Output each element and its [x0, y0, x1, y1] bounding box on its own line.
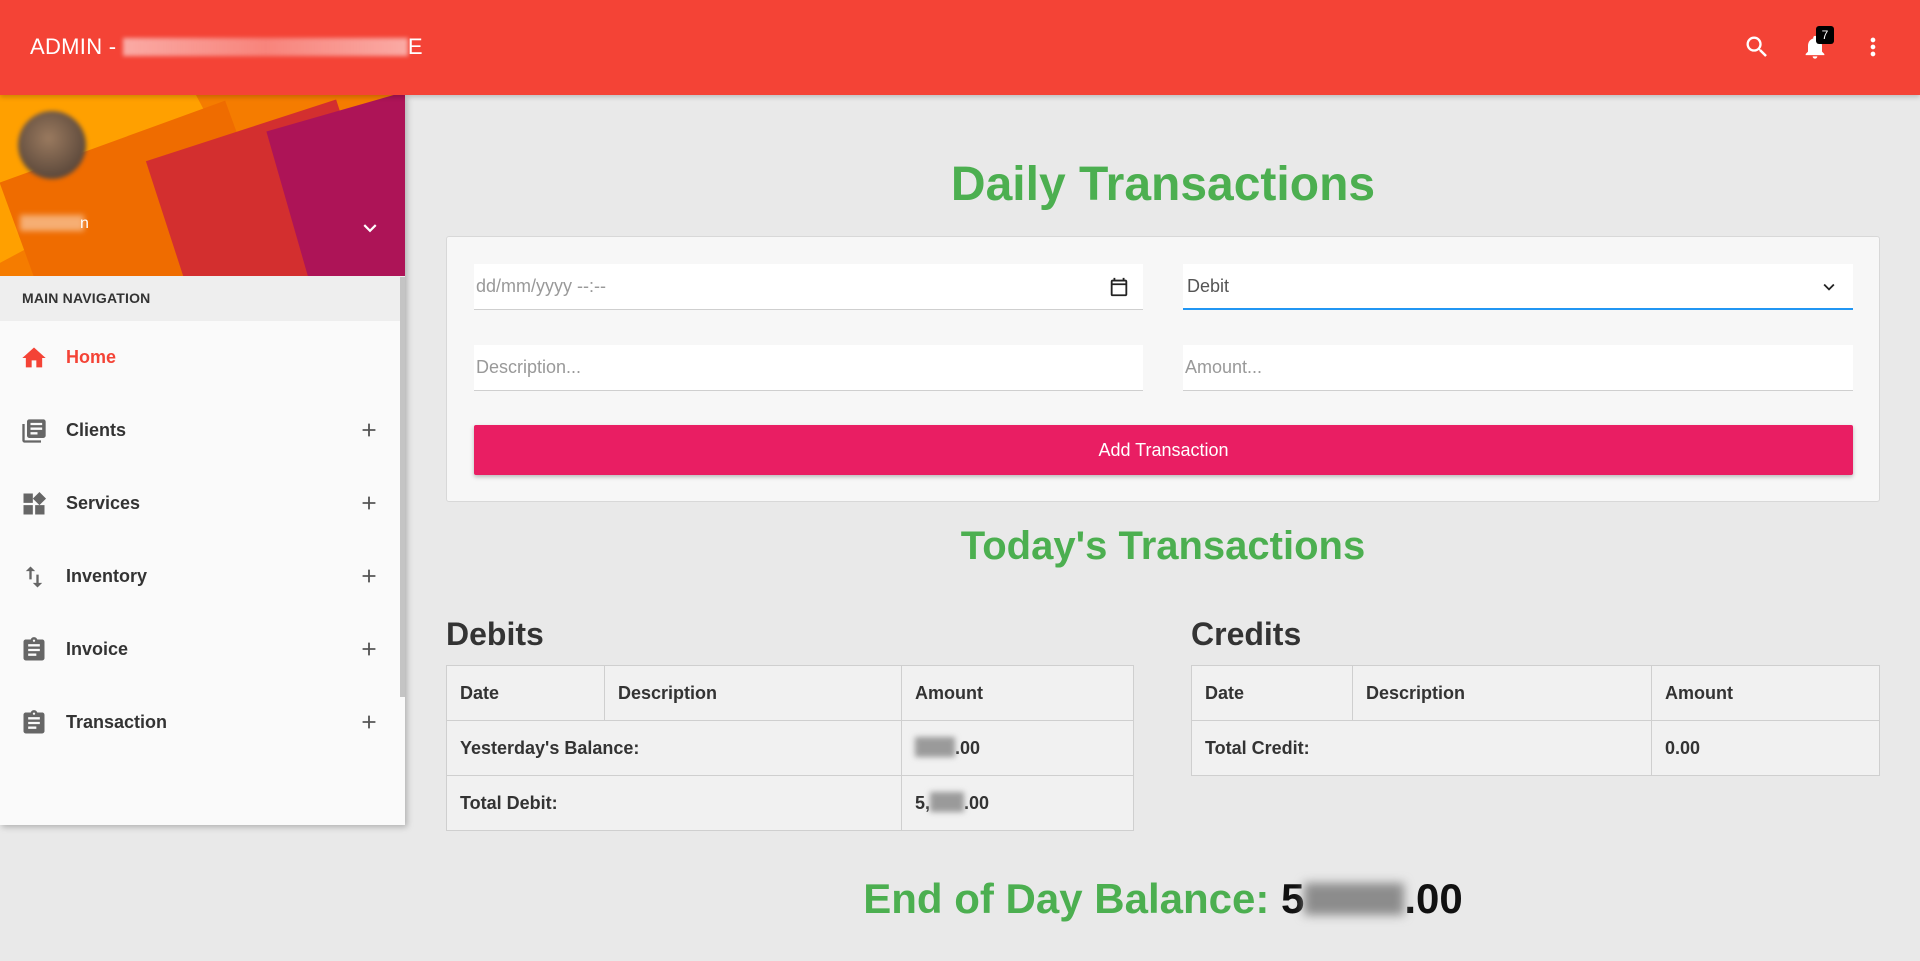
add-transaction-button[interactable]: Add Transaction: [474, 425, 1853, 475]
table-header-row: Date Description Amount: [446, 665, 1134, 721]
sidebar-item-label: Inventory: [66, 566, 148, 586]
column-header: Amount: [901, 665, 1134, 721]
expand-plus-icon[interactable]: [355, 489, 383, 517]
table-row: Yesterday's Balance: .00: [446, 720, 1134, 776]
widgets-icon: [20, 490, 48, 518]
sidebar-item-label: Transaction: [66, 712, 168, 732]
debits-heading: Debits: [446, 616, 544, 652]
app-title-suffix: E: [407, 34, 423, 59]
datetime-field[interactable]: [474, 264, 1143, 310]
chevron-down-icon[interactable]: [1817, 275, 1841, 299]
end-of-day-balance: End of Day Balance: 5.00: [446, 875, 1880, 923]
nav-header: MAIN NAVIGATION: [0, 276, 405, 321]
amount-visible-part: .00: [964, 793, 990, 813]
notification-count-badge: 7: [1816, 26, 1834, 44]
sidebar-item-transaction[interactable]: Transaction: [0, 686, 405, 759]
table-header-row: Date Description Amount: [1191, 665, 1880, 721]
redacted-balance: [1304, 883, 1405, 915]
swap-arrows-icon: [20, 563, 48, 591]
avatar[interactable]: [18, 111, 86, 179]
user-info-panel: n: [0, 95, 405, 276]
row-label: Total Credit:: [1191, 720, 1652, 776]
row-amount: 5, .00: [901, 775, 1134, 831]
sidebar-item-invoice[interactable]: Invoice: [0, 613, 405, 686]
sidebar-item-clients[interactable]: Clients: [0, 394, 405, 467]
top-app-bar: ADMIN - E 7: [0, 0, 1920, 95]
redacted-amount: [915, 737, 955, 757]
user-name-visible: n: [80, 215, 89, 232]
column-header: Date: [1191, 665, 1353, 721]
balance-value-prefix: 5: [1281, 875, 1305, 922]
amount-visible-part: .00: [955, 738, 981, 758]
datetime-input[interactable]: [476, 264, 1143, 309]
sidebar: n MAIN NAVIGATION Home Clients Services …: [0, 95, 405, 825]
app-title: ADMIN - E: [30, 34, 423, 60]
column-header: Description: [604, 665, 902, 721]
sidebar-item-label: Services: [66, 493, 141, 513]
expand-plus-icon[interactable]: [355, 416, 383, 444]
balance-label: End of Day Balance:: [863, 875, 1281, 922]
table-row: Total Debit: 5, .00: [446, 775, 1134, 831]
amount-prefix: 5,: [915, 793, 931, 813]
description-field[interactable]: [474, 345, 1143, 391]
main-content: Daily Transactions Debit Add Transaction…: [446, 95, 1880, 922]
row-amount: .00: [901, 720, 1134, 776]
balance-value: 5.00: [1281, 875, 1463, 922]
credits-table: Date Description Amount Total Credit: 0.…: [1191, 665, 1880, 776]
main-menu: Home Clients Services Inventory Invoice …: [0, 321, 405, 759]
sidebar-item-label: Invoice: [66, 639, 129, 659]
section-title: Today's Transactions: [960, 524, 1366, 568]
row-amount: 0.00: [1651, 720, 1880, 776]
row-label: Total Debit:: [446, 775, 902, 831]
redacted-amount: [930, 792, 965, 812]
chevron-down-icon: [363, 224, 377, 233]
column-header: Date: [446, 665, 605, 721]
search-icon[interactable]: [1740, 30, 1774, 64]
clipboard-icon: [20, 709, 48, 737]
amount-input[interactable]: [1185, 345, 1853, 390]
calendar-icon[interactable]: [1107, 275, 1131, 299]
transaction-form-card: Debit Add Transaction: [446, 236, 1880, 502]
debits-table: Date Description Amount Yesterday's Bala…: [446, 665, 1134, 831]
sidebar-item-inventory[interactable]: Inventory: [0, 540, 405, 613]
expand-plus-icon[interactable]: [355, 635, 383, 663]
more-vert-icon[interactable]: [1856, 30, 1890, 64]
amount-field[interactable]: [1183, 345, 1853, 391]
expand-plus-icon[interactable]: [355, 562, 383, 590]
user-name: [20, 215, 84, 231]
notifications-icon[interactable]: 7: [1798, 26, 1834, 64]
sidebar-item-services[interactable]: Services: [0, 467, 405, 540]
sidebar-item-label: Clients: [66, 420, 127, 440]
book-stack-icon: [20, 417, 48, 445]
column-header: Description: [1352, 665, 1652, 721]
sidebar-item-label: Home: [66, 347, 117, 367]
column-header: Amount: [1651, 665, 1880, 721]
redacted-business-name: [122, 38, 408, 56]
page-title: Daily Transactions: [950, 158, 1376, 211]
user-menu-toggle[interactable]: [357, 215, 383, 241]
balance-value-suffix: .00: [1404, 875, 1463, 922]
sidebar-scrollbar[interactable]: [400, 277, 405, 697]
transaction-type-select[interactable]: Debit: [1183, 264, 1853, 310]
sidebar-item-home[interactable]: Home: [0, 321, 405, 394]
description-input[interactable]: [476, 345, 1143, 390]
transaction-type-value: Debit: [1187, 275, 1230, 296]
table-row: Total Credit: 0.00: [1191, 720, 1880, 776]
expand-plus-icon[interactable]: [355, 708, 383, 736]
credits-heading: Credits: [1191, 616, 1302, 652]
row-label: Yesterday's Balance:: [446, 720, 902, 776]
app-title-prefix: ADMIN -: [30, 34, 123, 59]
clipboard-icon: [20, 636, 48, 664]
home-icon: [20, 344, 48, 372]
